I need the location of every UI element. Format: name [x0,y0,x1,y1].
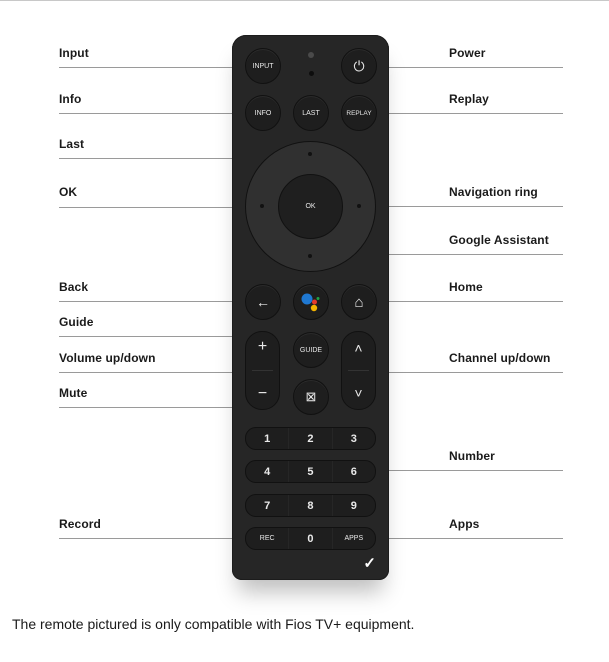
key-1[interactable]: 1 [246,428,288,449]
channel-down-icon[interactable]: ˅ [342,385,375,401]
leader-line-home [372,301,563,302]
nav-left-dot [260,204,264,208]
home-icon: ⌂ [354,293,364,311]
key-9[interactable]: 9 [331,495,375,516]
led-indicator [308,52,314,58]
leader-line-power [372,67,563,68]
back-button[interactable]: ← [245,284,281,320]
verizon-check-logo: ✓ [363,555,376,572]
key-0[interactable]: 0 [288,528,331,549]
ok-button[interactable]: OK [278,174,343,239]
info-button[interactable]: INFO [245,95,281,131]
microphone-hole [309,71,314,76]
leader-line-replay [372,113,563,114]
guide-button[interactable]: GUIDE [293,332,329,368]
leader-line-record [59,538,249,539]
keypad-row-3: 7 8 9 [245,494,376,517]
label-mute: Mute [59,386,88,400]
leader-line-info [59,113,249,114]
label-input: Input [59,46,89,60]
power-icon: ⏻ [353,57,365,74]
leader-line-input [59,67,249,68]
last-button[interactable]: LAST [293,95,329,131]
keypad-row-1: 1 2 3 [245,427,376,450]
input-button[interactable]: INPUT [245,48,281,84]
nav-down-dot [308,254,312,258]
label-last: Last [59,137,85,151]
leader-line-volume [59,372,249,373]
key-7[interactable]: 7 [246,495,288,516]
home-button[interactable]: ⌂ [341,284,377,320]
navigation-ring[interactable]: OK [245,141,376,272]
back-arrow-icon: ← [256,294,270,310]
leader-line-back [59,301,249,302]
key-6[interactable]: 6 [331,461,375,482]
volume-rocker[interactable]: + − [245,331,280,410]
volume-down-icon[interactable]: − [246,385,279,403]
label-power: Power [449,46,486,60]
label-back: Back [59,280,89,294]
label-record: Record [59,517,101,531]
nav-up-dot [308,152,312,156]
leader-line-apps [372,538,563,539]
leader-line-channel [372,372,563,373]
keypad-row-4: REC 0 APPS [245,527,376,550]
label-channel: Channel up/down [449,351,551,365]
nav-right-dot [357,204,361,208]
google-assistant-icon [301,293,320,312]
key-5[interactable]: 5 [288,461,331,482]
channel-up-icon[interactable]: ˄ [342,340,375,356]
compatibility-caption: The remote pictured is only compatible w… [12,616,415,632]
volume-up-icon[interactable]: + [246,338,279,356]
label-home: Home [449,280,483,294]
power-button[interactable]: ⏻ [341,48,377,84]
remote-control: INPUT ⏻ INFO LAST REPLAY OK ← ⌂ + − GUID… [232,35,389,580]
top-divider [0,0,609,1]
channel-divider [348,370,369,371]
label-apps: Apps [449,517,480,531]
label-guide: Guide [59,315,94,329]
keypad-row-2: 4 5 6 [245,460,376,483]
google-assistant-button[interactable] [293,284,329,320]
rec-button[interactable]: REC [246,528,288,549]
key-3[interactable]: 3 [331,428,375,449]
label-google-assistant: Google Assistant [449,233,549,247]
mute-icon: ⊠ [305,389,317,404]
replay-button[interactable]: REPLAY [341,95,377,131]
channel-rocker[interactable]: ˄ ˅ [341,331,376,410]
label-volume: Volume up/down [59,351,156,365]
leader-line-number [372,470,563,471]
mute-button[interactable]: ⊠ [293,379,329,415]
label-navigation-ring: Navigation ring [449,185,538,199]
label-info: Info [59,92,82,106]
label-replay: Replay [449,92,489,106]
key-8[interactable]: 8 [288,495,331,516]
volume-divider [252,370,273,371]
apps-button[interactable]: APPS [331,528,375,549]
label-number: Number [449,449,495,463]
label-ok: OK [59,185,78,199]
key-2[interactable]: 2 [288,428,331,449]
key-4[interactable]: 4 [246,461,288,482]
